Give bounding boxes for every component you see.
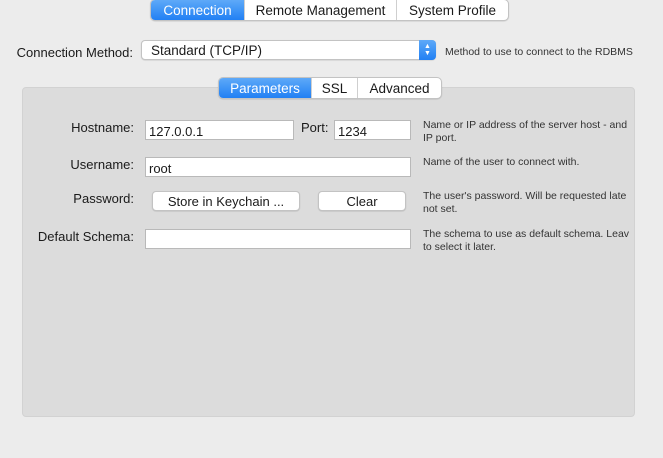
username-help: Name of the user to connect with. [423, 156, 580, 168]
chevron-updown-icon: ▲ ▼ [419, 40, 436, 60]
hostname-input[interactable]: 127.0.0.1 [145, 120, 294, 140]
hostname-label: Hostname: [71, 120, 134, 135]
password-help-line2: not set. [423, 203, 458, 215]
password-help: The user's password. Will be requested l… [423, 190, 633, 216]
tab-ssl[interactable]: SSL [311, 78, 357, 98]
clear-password-button[interactable]: Clear [318, 191, 406, 211]
connection-method-select[interactable]: Standard (TCP/IP) ▲ ▼ [141, 40, 436, 60]
connection-method-label: Connection Method: [16, 45, 133, 60]
default-schema-help-line1: The schema to use as default schema. Lea… [423, 228, 630, 240]
tab-remote-management[interactable]: Remote Management [244, 0, 396, 20]
username-label: Username: [70, 157, 134, 172]
top-tab-bar: Connection Remote Management System Prof… [150, 0, 509, 21]
default-schema-help: The schema to use as default schema. Lea… [423, 228, 633, 254]
connection-method-value: Standard (TCP/IP) [151, 43, 263, 58]
default-schema-label: Default Schema: [37, 229, 134, 244]
store-in-keychain-button[interactable]: Store in Keychain ... [152, 191, 300, 211]
hostname-help-line1: Name or IP address of the server host - … [423, 119, 628, 131]
tab-advanced[interactable]: Advanced [357, 78, 441, 98]
tab-parameters[interactable]: Parameters [219, 78, 311, 98]
tab-system-profile[interactable]: System Profile [396, 0, 508, 20]
default-schema-help-line2: to select it later. [423, 241, 496, 253]
password-label: Password: [73, 191, 134, 206]
sub-tab-bar: Parameters SSL Advanced [218, 77, 442, 99]
tab-connection[interactable]: Connection [151, 0, 244, 20]
hostname-help: Name or IP address of the server host - … [423, 119, 633, 145]
connection-method-help: Method to use to connect to the RDBMS [445, 46, 633, 58]
default-schema-input[interactable] [145, 229, 411, 249]
hostname-help-line2: IP port. [423, 132, 457, 144]
port-label: Port: [301, 120, 329, 135]
port-input[interactable]: 1234 [334, 120, 411, 140]
password-help-line1: The user's password. Will be requested l… [423, 190, 627, 202]
username-input[interactable]: root [145, 157, 411, 177]
